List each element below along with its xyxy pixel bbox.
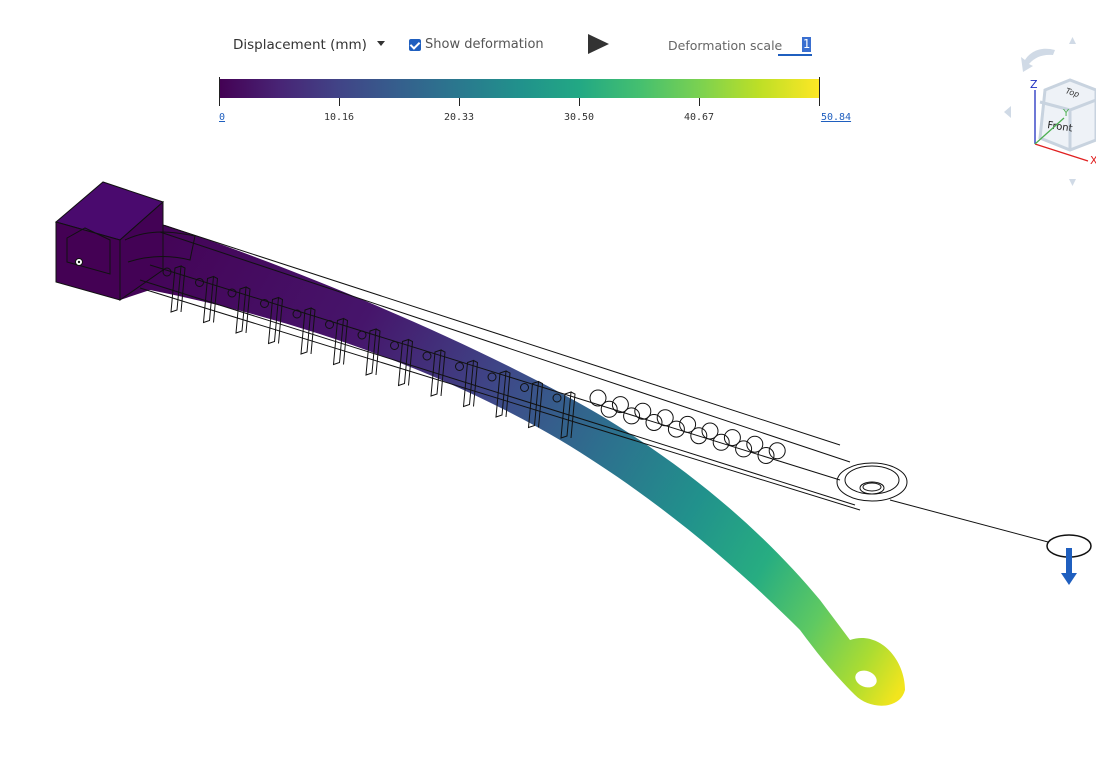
load-indicator[interactable] bbox=[1046, 534, 1092, 585]
wireframe-hole bbox=[712, 433, 730, 451]
wireframe-hole bbox=[623, 407, 641, 425]
wireframe-hole bbox=[735, 440, 753, 458]
arrow-left-icon[interactable] bbox=[1004, 106, 1011, 118]
axis-z-label: Z bbox=[1030, 78, 1038, 91]
axis-y-label: Y bbox=[1062, 108, 1070, 119]
view-cube[interactable]: Top Front Z X Y bbox=[995, 30, 1096, 190]
arrow-up-icon[interactable] bbox=[1069, 37, 1076, 44]
axis-x-label: X bbox=[1090, 154, 1096, 167]
rotate-ccw-icon[interactable] bbox=[1021, 48, 1055, 72]
force-arrow-icon bbox=[1061, 548, 1077, 585]
wireframe-hole bbox=[768, 442, 786, 460]
deformed-beam bbox=[120, 225, 905, 706]
arrow-down-icon[interactable] bbox=[1069, 179, 1076, 186]
wireframe-hole bbox=[600, 400, 618, 418]
3d-viewport[interactable] bbox=[0, 0, 1096, 773]
